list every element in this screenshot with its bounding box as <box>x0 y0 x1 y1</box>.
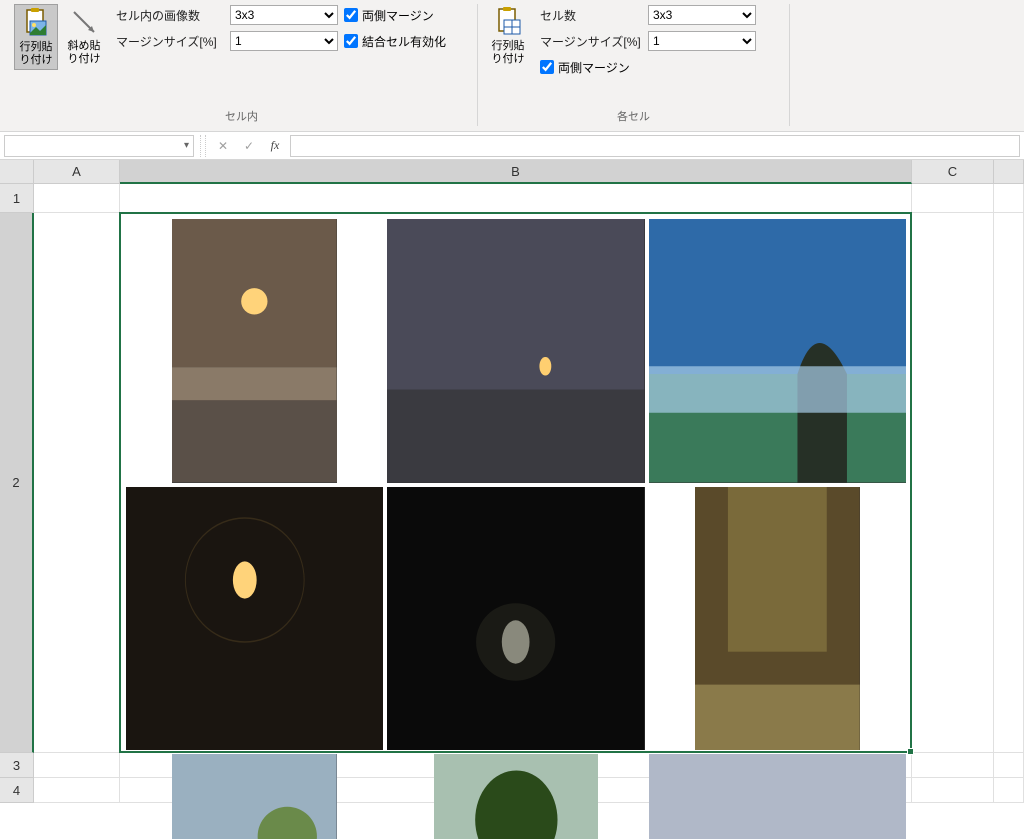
cell[interactable] <box>34 184 120 213</box>
image-2[interactable] <box>387 219 644 483</box>
ribbon: 行列貼 り付け 斜め貼 り付け セル内の画像数 3x3 両側マージン マージンサ… <box>0 0 1024 132</box>
image-9[interactable] <box>649 754 906 839</box>
cell[interactable] <box>34 213 120 753</box>
cell-count-label: セル数 <box>540 7 642 24</box>
cell[interactable] <box>994 213 1024 753</box>
formula-input[interactable] <box>290 135 1020 157</box>
image-4[interactable] <box>126 487 383 751</box>
cell[interactable] <box>912 184 994 213</box>
margin-size-label-2: マージンサイズ[%] <box>540 33 642 50</box>
column-header-B[interactable]: B <box>120 160 912 184</box>
ribbon-group-label-1: セル内 <box>6 108 477 124</box>
fx-button[interactable]: fx <box>264 135 286 157</box>
select-all-corner[interactable] <box>0 160 34 184</box>
clipboard-grid-icon <box>492 6 524 38</box>
row-headers: 1234 <box>0 184 34 803</box>
image-7[interactable] <box>172 754 337 839</box>
images-in-cell-combo[interactable]: 3x3 <box>230 5 338 25</box>
spreadsheet-grid[interactable]: ABC 1234 <box>0 160 1024 839</box>
image-6[interactable] <box>695 487 860 751</box>
clipboard-image-icon <box>20 7 52 39</box>
cell[interactable] <box>912 213 994 753</box>
column-headers: ABC <box>34 160 1024 184</box>
column-header-C[interactable]: C <box>912 160 994 184</box>
cell[interactable] <box>120 184 912 213</box>
matrix-paste-button-2[interactable]: 行列貼 り付け <box>486 4 530 68</box>
merge-cell-checkbox[interactable]: 結合セル有効化 <box>344 33 446 50</box>
matrix-paste-label-2: 行列貼 り付け <box>488 40 528 66</box>
enter-button[interactable]: ✓ <box>238 135 260 157</box>
chevron-down-icon: ▾ <box>184 140 189 151</box>
image-5[interactable] <box>387 487 644 751</box>
cell[interactable] <box>994 753 1024 778</box>
ribbon-group-label-2: 各セル <box>478 108 789 124</box>
cell[interactable] <box>34 778 120 803</box>
margin-size-combo-1[interactable]: 1 <box>230 31 338 51</box>
formula-bar: ▾ ✕ ✓ fx <box>0 132 1024 160</box>
cell[interactable] <box>912 753 994 778</box>
both-margin-checkbox-1[interactable]: 両側マージン <box>344 7 434 24</box>
both-margin-checkbox-2[interactable]: 両側マージン <box>540 59 630 76</box>
cell[interactable] <box>994 778 1024 803</box>
row-header-4[interactable]: 4 <box>0 778 34 803</box>
formula-bar-separator <box>200 135 206 157</box>
name-box[interactable]: ▾ <box>4 135 194 157</box>
row-header-1[interactable]: 1 <box>0 184 34 213</box>
cells-area[interactable] <box>34 184 1024 839</box>
matrix-paste-button[interactable]: 行列貼 り付け <box>14 4 58 70</box>
cell[interactable] <box>34 753 120 778</box>
margin-size-combo-2[interactable]: 1 <box>648 31 756 51</box>
diagonal-paste-label: 斜め貼 り付け <box>64 40 104 66</box>
matrix-paste-label: 行列貼 り付け <box>17 41 55 67</box>
image-8[interactable] <box>434 754 599 839</box>
margin-size-label-1: マージンサイズ[%] <box>116 33 224 50</box>
column-header-extra[interactable] <box>994 160 1024 184</box>
image-1[interactable] <box>172 219 337 483</box>
diagonal-paste-button[interactable]: 斜め貼 り付け <box>62 4 106 68</box>
diagonal-icon <box>68 6 100 38</box>
ribbon-group-cell-inner: 行列貼 り付け 斜め貼 り付け セル内の画像数 3x3 両側マージン マージンサ… <box>6 4 478 126</box>
cell[interactable] <box>912 778 994 803</box>
ribbon-group-each-cell: 行列貼 り付け セル数 3x3 マージンサイズ[%] 1 両側マージン 各セル <box>478 4 790 126</box>
row-header-2[interactable]: 2 <box>0 213 34 753</box>
cell-count-combo[interactable]: 3x3 <box>648 5 756 25</box>
cell[interactable] <box>994 184 1024 213</box>
cancel-button[interactable]: ✕ <box>212 135 234 157</box>
image-3[interactable] <box>649 219 906 483</box>
cell-b2-content <box>120 213 912 753</box>
images-in-cell-label: セル内の画像数 <box>116 7 224 24</box>
row-header-3[interactable]: 3 <box>0 753 34 778</box>
column-header-A[interactable]: A <box>34 160 120 184</box>
